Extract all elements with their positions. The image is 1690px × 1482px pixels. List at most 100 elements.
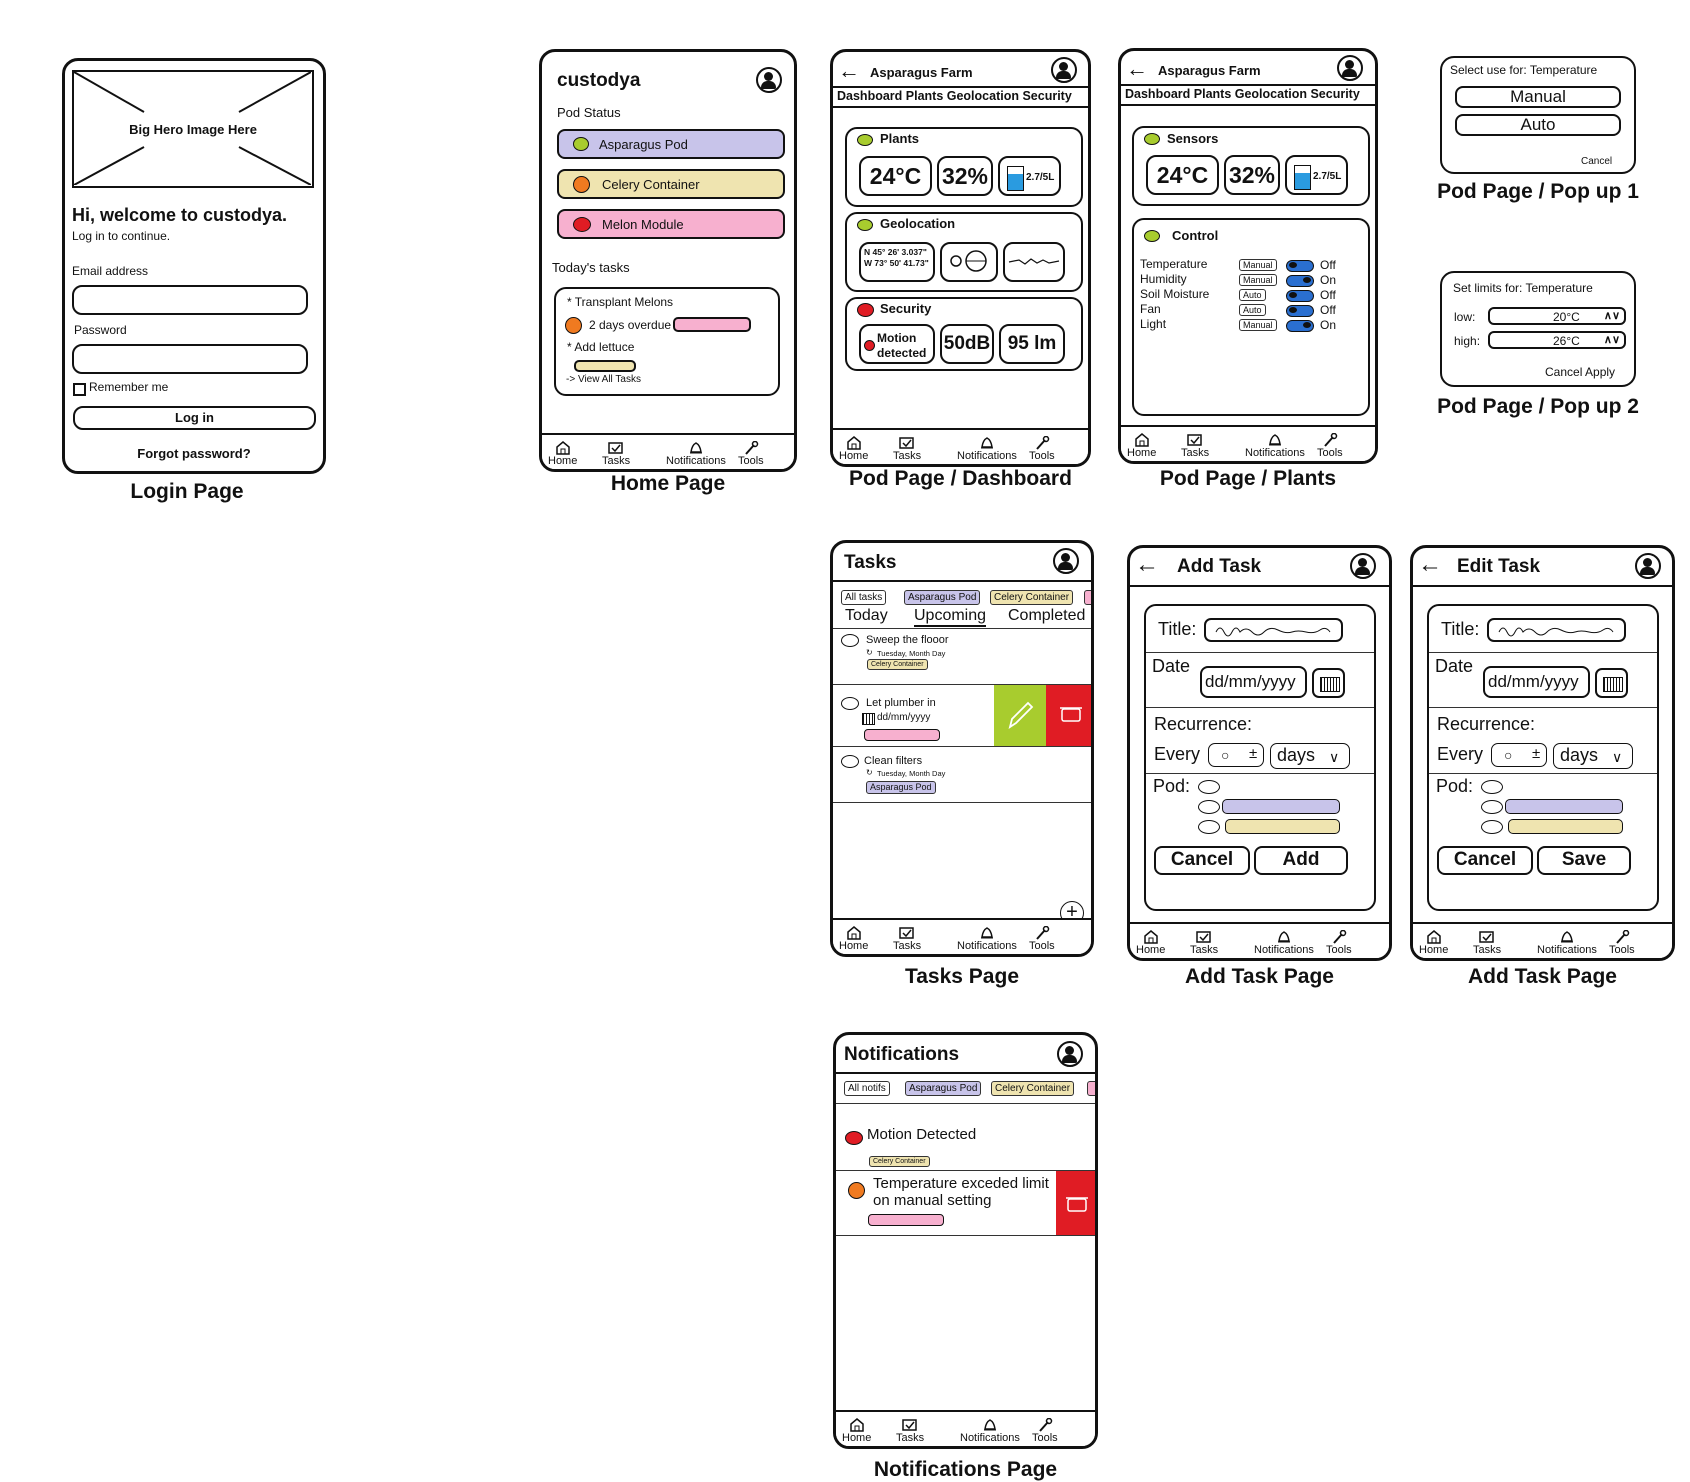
cancel-button[interactable]: Cancel — [1154, 846, 1250, 875]
pod-radio-celery[interactable] — [1198, 820, 1220, 834]
nav-home[interactable]: Home — [1127, 433, 1156, 459]
cancel-button[interactable]: Cancel — [1581, 156, 1612, 167]
task-row[interactable]: Let plumber in dd/mm/yyyy — [833, 685, 1091, 746]
filter-melon[interactable] — [1084, 590, 1091, 605]
unit-dropdown[interactable]: days ∨ — [1270, 743, 1350, 769]
tab-upcoming[interactable]: Upcoming — [914, 607, 987, 627]
nav-tasks[interactable]: Tasks — [1190, 930, 1218, 956]
nav-tools[interactable]: Tools — [1609, 930, 1635, 956]
nav-tools[interactable]: Tools — [1317, 433, 1343, 459]
mode-button[interactable]: Auto — [1239, 289, 1266, 301]
nav-tasks[interactable]: Tasks — [1473, 930, 1501, 956]
delete-swipe-button[interactable] — [1056, 1171, 1095, 1235]
nav-notifications[interactable]: Notifications — [666, 441, 726, 467]
mode-button[interactable]: Manual — [1239, 259, 1277, 271]
task-checkbox[interactable] — [841, 755, 859, 768]
filter-asparagus[interactable]: Asparagus Pod — [904, 590, 981, 605]
tab-today[interactable]: Today — [845, 607, 888, 625]
toggle-switch[interactable] — [1286, 305, 1314, 317]
notification-item[interactable]: Temperature exceded limit on manual sett… — [836, 1171, 1095, 1237]
save-button[interactable]: Save — [1537, 846, 1631, 875]
nav-tasks[interactable]: Tasks — [896, 1418, 924, 1444]
security-card[interactable]: Security Motion detected 50dB 95 lm — [845, 297, 1083, 371]
date-input[interactable]: dd/mm/yyyy — [1200, 666, 1307, 698]
nav-tasks[interactable]: Tasks — [893, 926, 921, 952]
delete-swipe-button[interactable] — [1046, 685, 1091, 746]
nav-tools[interactable]: Tools — [1326, 930, 1352, 956]
pod-option-celery[interactable] — [1508, 819, 1623, 834]
edit-swipe-button[interactable] — [994, 685, 1046, 746]
back-arrow-icon[interactable]: ← — [1418, 551, 1442, 579]
filter-celery[interactable]: Celery Container — [990, 590, 1074, 605]
filter-asparagus[interactable]: Asparagus Pod — [905, 1081, 982, 1096]
add-button[interactable]: Add — [1254, 846, 1348, 875]
avatar-icon[interactable] — [1635, 553, 1661, 579]
filter-all-notifs[interactable]: All notifs — [844, 1081, 890, 1096]
pod-option-asparagus[interactable] — [1222, 799, 1340, 814]
geolocation-card[interactable]: Geolocation N 45° 26' 3.037" W 73° 50' 4… — [845, 212, 1083, 292]
popup-actions[interactable]: Cancel Apply — [1545, 365, 1615, 379]
email-field[interactable] — [72, 285, 308, 315]
interval-stepper[interactable]: ○ ± — [1208, 743, 1264, 767]
stepper-icon[interactable]: ∧∨ — [1604, 333, 1620, 347]
toggle-switch[interactable] — [1286, 260, 1314, 272]
nav-home[interactable]: Home — [1136, 930, 1165, 956]
back-arrow-icon[interactable]: ← — [1135, 551, 1159, 579]
nav-tools[interactable]: Tools — [1029, 436, 1055, 462]
mode-button[interactable]: Manual — [1239, 274, 1277, 286]
login-button[interactable]: Log in — [73, 406, 316, 430]
toggle-switch[interactable] — [1286, 275, 1314, 287]
pod-radio-asparagus[interactable] — [1481, 800, 1503, 814]
pod-celery[interactable]: Celery Container — [557, 169, 785, 199]
pod-option-asparagus[interactable] — [1505, 799, 1623, 814]
back-arrow-icon[interactable]: ← — [838, 58, 860, 84]
stepper-icon[interactable]: ∧∨ — [1604, 309, 1620, 323]
task-row[interactable]: Clean filters ↻ Tuesday, Month Day Aspar… — [833, 747, 1091, 802]
title-input[interactable] — [1204, 618, 1343, 642]
nav-tasks[interactable]: Tasks — [1181, 433, 1209, 459]
remember-checkbox[interactable] — [73, 383, 86, 396]
plants-card[interactable]: Plants 24°C 32% 2.7/5L — [845, 127, 1083, 207]
interval-stepper[interactable]: ○ ± — [1491, 743, 1547, 767]
pod-radio-none[interactable] — [1198, 780, 1220, 794]
manual-option[interactable]: Manual — [1455, 86, 1621, 108]
task-checkbox[interactable] — [841, 634, 859, 647]
nav-tasks[interactable]: Tasks — [602, 441, 630, 467]
nav-notifications[interactable]: Notifications — [957, 436, 1017, 462]
nav-home[interactable]: Home — [839, 926, 868, 952]
nav-notifications[interactable]: Notifications — [1254, 930, 1314, 956]
nav-home[interactable]: Home — [842, 1418, 871, 1444]
back-arrow-icon[interactable]: ← — [1126, 56, 1148, 82]
auto-option[interactable]: Auto — [1455, 114, 1621, 136]
task-row[interactable]: Sweep the flooor ↻ Tuesday, Month Day Ce… — [833, 629, 1091, 684]
high-limit-input[interactable]: 26°C ∧∨ — [1488, 331, 1626, 349]
avatar-icon[interactable] — [1057, 1041, 1083, 1067]
nav-notifications[interactable]: Notifications — [1245, 433, 1305, 459]
unit-dropdown[interactable]: days ∨ — [1553, 743, 1633, 769]
task-checkbox[interactable] — [841, 697, 859, 710]
pod-radio-none[interactable] — [1481, 780, 1503, 794]
tab-bar[interactable]: Dashboard Plants Geolocation Security — [833, 86, 1088, 108]
view-all-tasks-link[interactable]: -> View All Tasks — [566, 374, 641, 385]
nav-tasks[interactable]: Tasks — [893, 436, 921, 462]
nav-tools[interactable]: Tools — [1032, 1418, 1058, 1444]
toggle-switch[interactable] — [1286, 320, 1314, 332]
filter-all-tasks[interactable]: All tasks — [841, 590, 887, 605]
nav-notifications[interactable]: Notifications — [957, 926, 1017, 952]
forgot-password-link[interactable]: Forgot password? — [65, 446, 323, 461]
filter-celery[interactable]: Celery Container — [991, 1081, 1075, 1096]
avatar-icon[interactable] — [1051, 57, 1077, 83]
calendar-button[interactable] — [1312, 668, 1345, 698]
avatar-icon[interactable] — [1337, 55, 1363, 81]
nav-home[interactable]: Home — [1419, 930, 1448, 956]
pod-asparagus[interactable]: Asparagus Pod — [557, 129, 785, 159]
cancel-button[interactable]: Cancel — [1437, 846, 1533, 875]
nav-notifications[interactable]: Notifications — [960, 1418, 1020, 1444]
tab-completed[interactable]: Completed — [1008, 607, 1085, 625]
nav-home[interactable]: Home — [548, 441, 577, 467]
tab-bar[interactable]: Dashboard Plants Geolocation Security — [1121, 84, 1375, 106]
nav-notifications[interactable]: Notifications — [1537, 930, 1597, 956]
calendar-button[interactable] — [1595, 668, 1628, 698]
nav-tools[interactable]: Tools — [738, 441, 764, 467]
pod-radio-celery[interactable] — [1481, 820, 1503, 834]
